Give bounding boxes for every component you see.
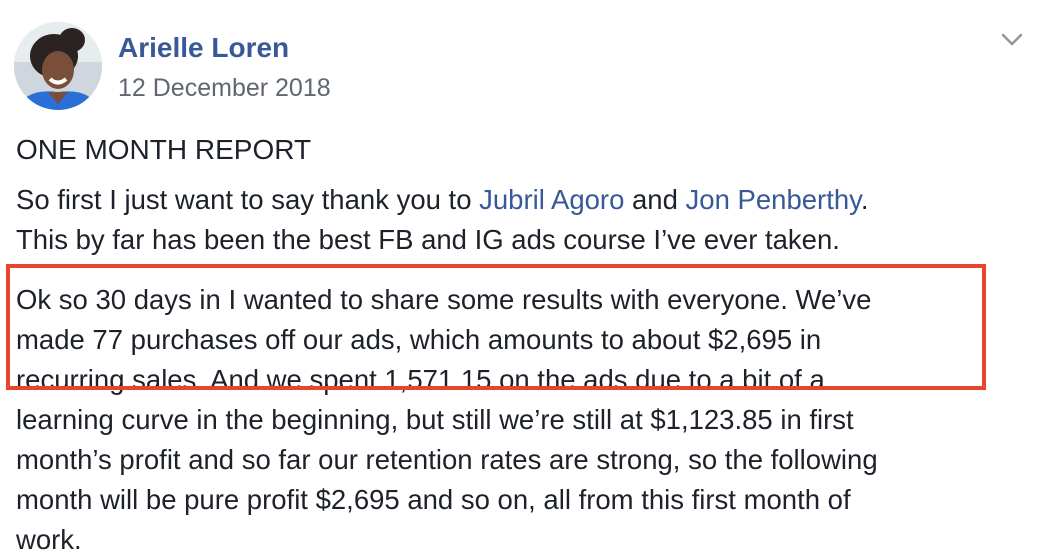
paragraph-line: month’s profit and so far our retention … (16, 444, 878, 475)
chevron-down-icon[interactable] (998, 28, 1026, 52)
paragraph-line: month will be pure profit $2,695 and so … (16, 484, 851, 515)
paragraph-line: work. (16, 524, 82, 555)
text-segment: . (860, 184, 869, 215)
paragraph-line: learning curve in the beginning, but sti… (16, 404, 854, 435)
mention-jubril-agoro[interactable]: Jubril Agoro (479, 184, 624, 215)
post-paragraph-thanks: So first I just want to say thank you to… (16, 180, 869, 260)
avatar-photo (14, 22, 102, 110)
text-segment: and (624, 184, 686, 215)
mention-jon-penberthy[interactable]: Jon Penberthy (686, 184, 861, 215)
post-date[interactable]: 12 December 2018 (118, 74, 331, 103)
highlight-box (6, 264, 986, 390)
paragraph-line: This by far has been the best FB and IG … (16, 224, 840, 255)
avatar[interactable] (14, 22, 102, 110)
paragraph-line: So first I just want to say thank you to… (16, 180, 869, 220)
post-title: ONE MONTH REPORT (16, 134, 312, 165)
author-name[interactable]: Arielle Loren (118, 32, 289, 64)
text-segment: So first I just want to say thank you to (16, 184, 480, 215)
